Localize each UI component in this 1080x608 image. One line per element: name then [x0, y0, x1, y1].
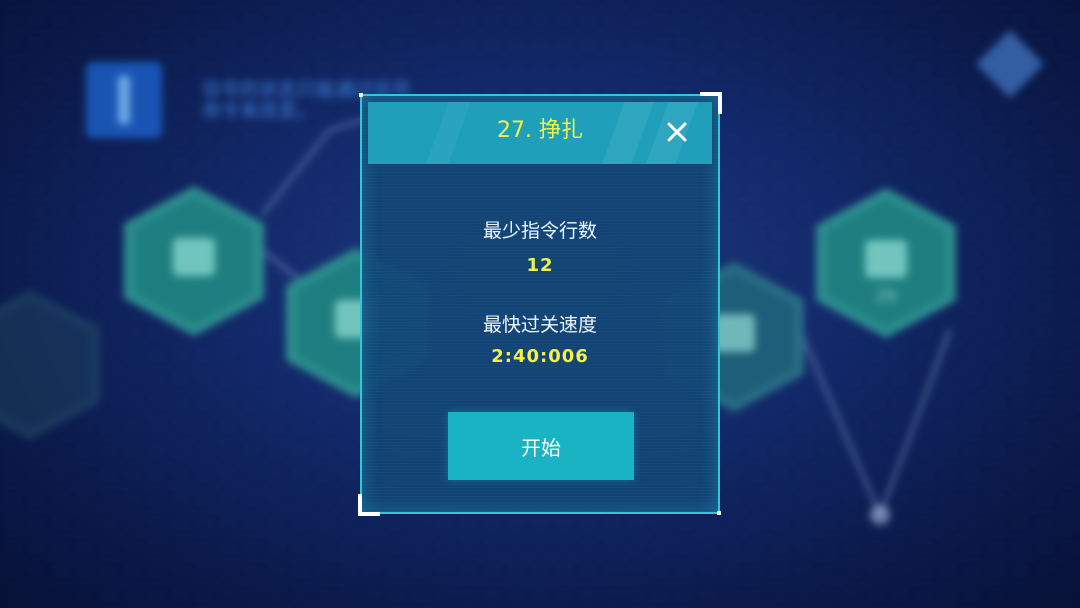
dialog-header: 27. 挣扎: [368, 102, 712, 164]
frame-dot: [717, 511, 721, 515]
node-number: 29: [875, 286, 897, 306]
best-time-value: 2:40:006: [491, 346, 589, 367]
min-lines-value: 12: [526, 255, 554, 276]
min-lines-label: 最少指令行数: [482, 220, 597, 242]
best-time-label: 最快过关速度: [482, 314, 597, 336]
frame-corner: [358, 494, 380, 516]
node-glyph-icon: [173, 237, 215, 276]
start-button[interactable]: 开始: [448, 412, 634, 480]
frame-dot: [359, 93, 363, 97]
hint-icon: [86, 62, 162, 138]
level-title: 27. 挣扎: [497, 118, 583, 143]
close-icon[interactable]: [666, 121, 688, 143]
node-glyph-icon: [865, 239, 907, 278]
level-info-dialog: 27. 挣扎 最少指令行数 12 最快过关速度 2:40:006 开始: [358, 92, 722, 516]
